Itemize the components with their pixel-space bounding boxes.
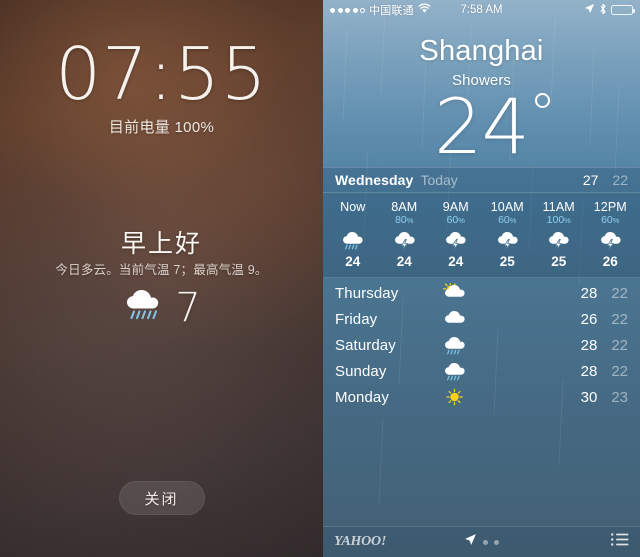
hourly-item: 11AM 100% 25	[533, 200, 585, 269]
daily-day-name: Sunday	[335, 362, 387, 380]
hourly-temp: 24	[396, 254, 412, 270]
status-bar-right	[584, 3, 635, 18]
city-name: Shanghai	[419, 35, 544, 67]
location-arrow-icon[interactable]	[464, 533, 477, 551]
bottom-tab-bar: YAHOO!	[323, 526, 640, 557]
lock-screen-greeting: 早上好	[120, 230, 202, 258]
hourly-time: 11AM	[542, 200, 575, 215]
hourly-temp: 24	[345, 254, 361, 270]
hourly-time: 12PM	[593, 200, 627, 215]
hourly-item: 9AM 60% 24	[430, 200, 482, 269]
today-header-row[interactable]: Wednesday Today 27 22	[323, 167, 640, 194]
dismiss-button[interactable]: 关闭	[118, 481, 205, 515]
hourly-temp: 26	[602, 254, 618, 270]
bluetooth-icon	[599, 3, 607, 18]
daily-temps: 30 23	[581, 389, 628, 406]
hourly-time: 8AM	[391, 200, 418, 215]
weather-app-panel: 中国联通 7:58 AM Shanghai Showers 24 Wednesd…	[323, 0, 640, 557]
hourly-time: 10AM	[490, 200, 524, 215]
hourly-item: Now 24	[327, 200, 379, 269]
lock-screen-weather-summary: 今日多云。当前气温 7；最高气温 9。	[55, 263, 268, 277]
today-label: Today	[420, 172, 458, 189]
daily-temps: 28 22	[581, 363, 628, 380]
hourly-precip-chance: 100%	[546, 214, 571, 227]
daily-high: 28	[580, 284, 598, 302]
daily-forecast-row[interactable]: Monday 30 23	[323, 384, 640, 410]
daily-forecast: Thursday 28 22 Friday 26 22 Saturday 28 22 Sunday…	[323, 278, 640, 410]
hourly-item: 10AM 60% 25	[482, 200, 534, 269]
rain-cloud-icon	[327, 228, 379, 252]
hourly-temp: 25	[551, 254, 567, 270]
hourly-item: 12PM 60% 26	[585, 200, 637, 269]
lock-screen-panel: 07:55 目前电量 100% 早上好 今日多云。当前气温 7；最高气温 9。	[0, 0, 323, 557]
daily-high: 28	[580, 336, 598, 354]
degree-symbol-icon	[534, 93, 550, 109]
hourly-time: 9AM	[442, 200, 469, 215]
daily-low: 23	[611, 388, 628, 406]
forecast-band: Wednesday Today 27 22 Now 24 8AM 80% 24 9AM 60…	[323, 167, 640, 279]
cloud-icon	[431, 309, 477, 329]
hourly-temp: 24	[448, 254, 464, 270]
sun-behind-cloud-icon	[431, 283, 477, 303]
hourly-precip-chance: 60%	[446, 214, 465, 227]
list-icon[interactable]	[611, 533, 629, 551]
hourly-item: 8AM 80% 24	[379, 200, 431, 269]
daily-forecast-row[interactable]: Thursday 28 22	[323, 280, 640, 306]
weather-hero: Shanghai Showers 24	[323, 20, 640, 167]
daily-day-name: Thursday	[335, 284, 399, 302]
hourly-time: Now	[340, 200, 366, 215]
today-temps: 27 22	[583, 172, 628, 188]
lock-screen-battery-text: 目前电量 100%	[108, 119, 215, 136]
hourly-precip-chance: 60%	[601, 214, 620, 227]
hourly-precip-chance: 80%	[395, 214, 414, 227]
thunderstorm-icon	[533, 228, 585, 252]
thunderstorm-icon	[585, 228, 637, 252]
rain-cloud-icon	[431, 361, 477, 381]
daily-forecast-row[interactable]: Sunday 28 22	[323, 358, 640, 384]
battery-full-icon	[611, 5, 635, 15]
daily-day-name: Saturday	[335, 336, 396, 354]
daily-low: 22	[611, 284, 628, 302]
thunderstorm-icon	[482, 228, 534, 252]
daily-temps: 28 22	[581, 337, 628, 354]
thunderstorm-icon	[379, 228, 431, 252]
daily-low: 22	[611, 310, 628, 328]
dual-screenshot: 07:55 目前电量 100% 早上好 今日多云。当前气温 7；最高气温 9。	[0, 0, 640, 557]
daily-low: 22	[611, 362, 628, 380]
hourly-precip-chance: 60%	[498, 214, 517, 227]
lock-screen-current-weather: 7	[0, 288, 323, 328]
today-day-name: Wednesday	[335, 172, 414, 189]
sun-icon	[431, 387, 477, 407]
current-temperature-value: 24	[434, 82, 530, 172]
location-arrow-icon	[584, 3, 595, 17]
daily-day-name: Monday	[335, 388, 389, 406]
today-high: 27	[582, 172, 599, 189]
daily-high: 28	[580, 362, 598, 380]
yahoo-logo[interactable]: YAHOO!	[334, 534, 386, 550]
status-bar: 中国联通 7:58 AM	[323, 0, 640, 20]
daily-temps: 28 22	[581, 285, 628, 302]
lock-screen-current-temp: 7	[175, 285, 201, 331]
daily-temps: 26 22	[581, 311, 628, 328]
rain-cloud-icon	[431, 335, 477, 355]
today-low: 22	[612, 172, 628, 189]
hourly-temp: 25	[499, 254, 515, 270]
hourly-forecast[interactable]: Now 24 8AM 80% 24 9AM 60% 24 10AM 60% 25 11AM 100% 25…	[323, 193, 640, 279]
daily-forecast-row[interactable]: Friday 26 22	[323, 306, 640, 332]
thunderstorm-icon	[430, 228, 482, 252]
rain-cloud-icon	[122, 289, 166, 328]
daily-day-name: Friday	[335, 310, 378, 328]
page-dot[interactable]	[483, 539, 488, 545]
page-dot[interactable]	[494, 539, 499, 545]
current-temperature: 24	[434, 87, 550, 167]
lock-screen-clock: 07:55	[55, 32, 268, 116]
daily-forecast-row[interactable]: Saturday 28 22	[323, 332, 640, 358]
daily-high: 30	[580, 388, 598, 406]
hourly-precip-chance	[327, 214, 379, 227]
daily-low: 22	[611, 336, 628, 354]
daily-high: 26	[580, 310, 598, 328]
